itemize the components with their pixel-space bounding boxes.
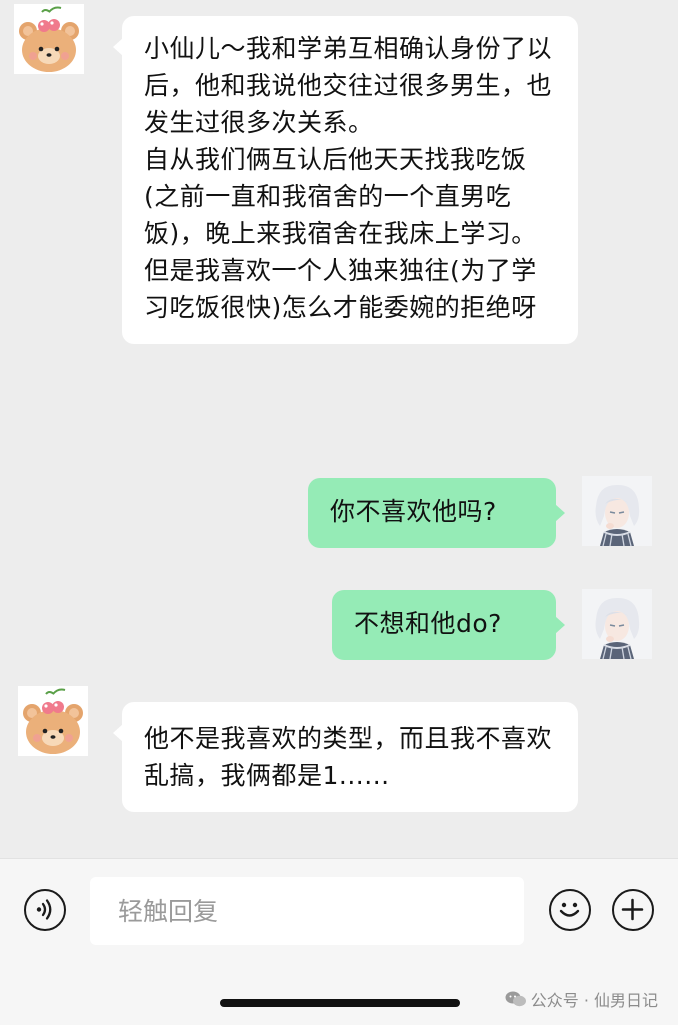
plus-icon: [621, 898, 644, 921]
bear-with-cherry-avatar[interactable]: [18, 686, 88, 756]
message-bubble[interactable]: 他不是我喜欢的类型，而且我不喜欢乱搞，我俩都是1......: [113, 702, 578, 812]
plus-button[interactable]: [612, 889, 654, 931]
wechat-icon: [505, 991, 526, 1007]
bubble-tail: [555, 616, 565, 634]
home-indicator[interactable]: [220, 999, 460, 1007]
bear-with-cherry-avatar[interactable]: [14, 4, 84, 74]
message-text: 你不喜欢他吗?: [330, 497, 497, 526]
message-bubble[interactable]: 小仙儿～我和学弟互相确认身份了以后，他和我说他交往过很多男生，也发生过很多次关系…: [113, 16, 578, 344]
chat-area: 小仙儿～我和学弟互相确认身份了以后，他和我说他交往过很多男生，也发生过很多次关系…: [0, 0, 678, 858]
anime-boy-icon: [582, 589, 652, 659]
voice-icon: [36, 899, 52, 920]
emoji-button[interactable]: [549, 889, 591, 931]
anime-boy-avatar[interactable]: [582, 476, 652, 546]
message-bubble[interactable]: 不想和他do?: [332, 590, 565, 660]
message-bubble[interactable]: 你不喜欢他吗?: [308, 478, 565, 548]
watermark: 公众号 · 仙男日记: [505, 987, 658, 1011]
message-text: 他不是我喜欢的类型，而且我不喜欢乱搞，我俩都是1......: [144, 724, 553, 790]
voice-button[interactable]: [24, 889, 66, 931]
bubble-tail: [555, 504, 565, 522]
bubble-tail: [113, 724, 123, 742]
bear-with-cherry-icon: [14, 4, 84, 74]
message-text: 不想和他do?: [354, 609, 502, 638]
emoji-icon: [559, 902, 580, 917]
bear-with-cherry-icon: [18, 686, 88, 756]
watermark-text: 公众号 · 仙男日记: [530, 991, 658, 1010]
message-text: 小仙儿～我和学弟互相确认身份了以后，他和我说他交往过很多男生，也发生过很多次关系…: [144, 34, 553, 322]
anime-boy-icon: [582, 476, 652, 546]
input-bar: 公众号 · 仙男日记: [0, 858, 678, 1025]
anime-boy-avatar[interactable]: [582, 589, 652, 659]
bubble-tail: [113, 38, 123, 56]
reply-input[interactable]: [90, 877, 524, 945]
